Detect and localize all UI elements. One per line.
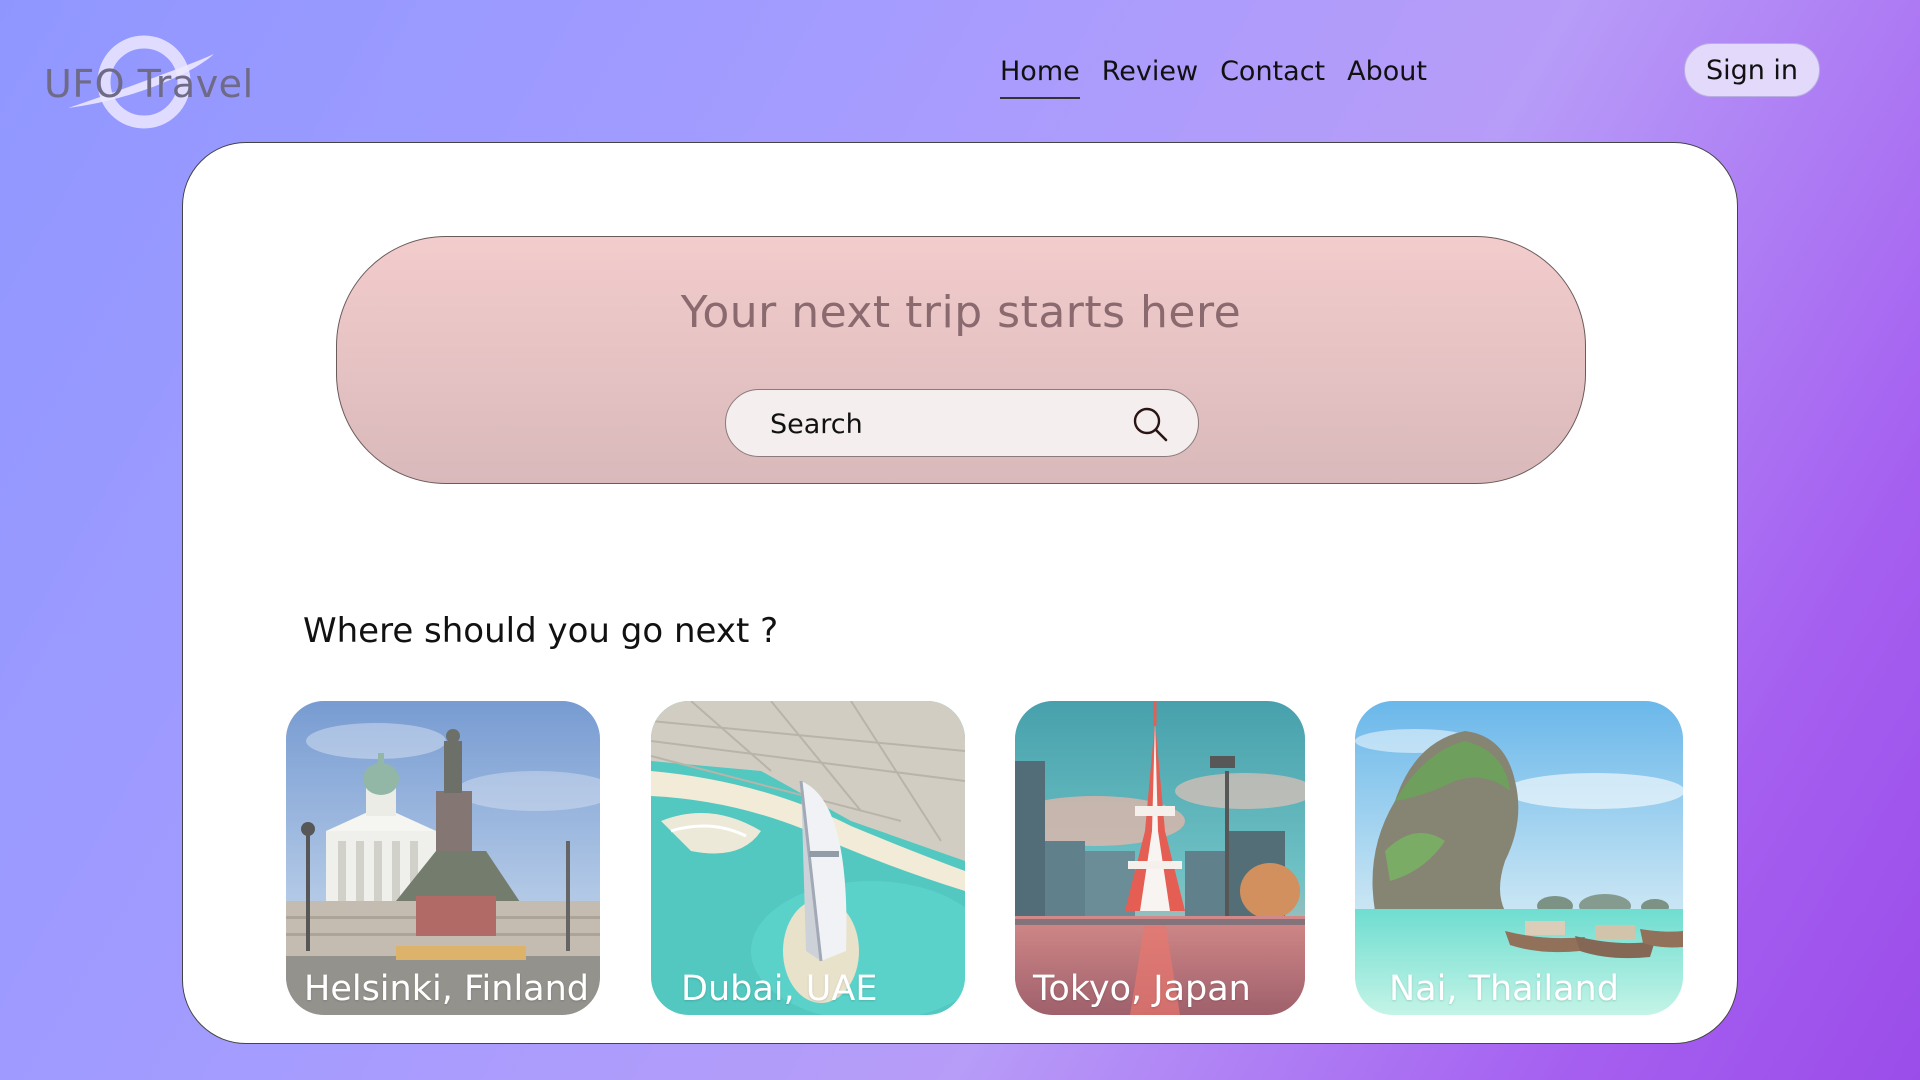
destination-label: Helsinki, Finland [304, 969, 590, 1009]
nav-home[interactable]: Home [1000, 56, 1080, 99]
logo-text: UFO Travel [44, 62, 254, 106]
main-card: Your next trip starts here Where should … [182, 142, 1738, 1044]
section-title: Where should you go next ? [303, 611, 779, 651]
destination-card-helsinki[interactable]: Helsinki, Finland [286, 701, 600, 1015]
nav-about[interactable]: About [1347, 56, 1427, 99]
hero-banner: Your next trip starts here [336, 236, 1586, 484]
destination-label: Dubai, UAE [681, 969, 878, 1009]
destination-label: Tokyo, Japan [1033, 969, 1251, 1009]
hero-title: Your next trip starts here [680, 287, 1242, 338]
logo[interactable]: UFO Travel [42, 34, 254, 130]
destination-card-dubai[interactable]: Dubai, UAE [651, 701, 965, 1015]
search-box[interactable] [725, 389, 1199, 457]
main-nav: Home Review Contact About [1000, 56, 1427, 99]
destination-card-thailand[interactable]: Nai, Thailand [1355, 701, 1683, 1015]
search-icon[interactable] [1130, 404, 1170, 444]
destination-card-tokyo[interactable]: Tokyo, Japan [1015, 701, 1305, 1015]
search-input[interactable] [768, 404, 1112, 444]
destination-label: Nai, Thailand [1389, 969, 1619, 1009]
sign-in-button[interactable]: Sign in [1684, 43, 1820, 97]
nav-review[interactable]: Review [1102, 56, 1198, 99]
nav-contact[interactable]: Contact [1220, 56, 1325, 99]
